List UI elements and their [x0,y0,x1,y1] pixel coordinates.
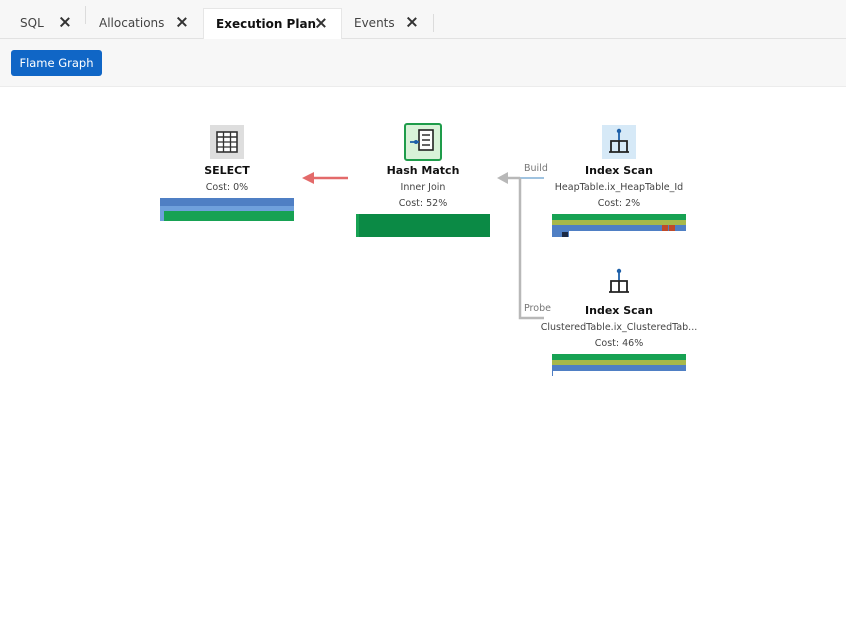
tab-divider [433,14,434,32]
cost-bar [356,214,490,237]
index-scan-icon [609,268,629,293]
node-cost: Cost: 2% [597,198,641,209]
node-title: Index Scan [585,164,653,177]
arrow-head-icon [302,172,314,184]
tab-allocations[interactable]: Allocations [86,8,202,39]
cost-bar [160,198,294,206]
node-cost: Cost: 46% [594,338,644,349]
plan-node-select[interactable]: SELECT Cost: 0% [160,123,294,223]
node-subtitle: ClusteredTable.ix_ClusteredTab... [540,322,698,333]
node-cost: Cost: 52% [398,198,448,209]
tab-execution-plan-label: Execution Plan [216,17,317,31]
tab-bar: SQL Allocations Execution Plan Events [0,0,846,39]
flame-graph-button[interactable]: Flame Graph [11,50,102,76]
cost-bar [356,214,359,237]
node-title: Hash Match [386,164,460,177]
cost-bar [662,225,668,231]
index-scan-icon [602,125,636,159]
plan-node-index-scan-probe[interactable]: Index Scan ClusteredTable.ix_ClusteredTa… [540,263,698,381]
hash-match-icon [404,123,442,161]
tab-sql-label: SQL [20,16,44,30]
node-cost: Cost: 0% [205,182,249,193]
close-icon[interactable] [405,15,419,29]
plan-node-hash-match[interactable]: Hash Match Inner Join Cost: 52% [356,123,490,238]
close-icon[interactable] [175,15,189,29]
close-icon[interactable] [314,16,328,30]
execution-plan-canvas: Build Probe SELECT Cost: 0% Hash Match I… [0,88,846,643]
table-grid-icon [210,125,244,159]
tab-events-label: Events [354,16,395,30]
close-icon[interactable] [58,15,72,29]
cost-bar [562,232,568,237]
tab-sql[interactable]: SQL [0,8,84,39]
node-title: SELECT [204,164,250,177]
node-subtitle: HeapTable.ix_HeapTable_Id [554,182,684,193]
tab-execution-plan[interactable]: Execution Plan [203,8,342,39]
toolbar: Flame Graph [0,39,846,87]
arrow-head-icon [497,172,508,184]
cost-bar [552,365,686,371]
tab-events[interactable]: Events [342,8,434,39]
cost-bar [552,371,553,376]
tab-allocations-label: Allocations [99,16,165,30]
node-subtitle: Inner Join [400,182,446,193]
cost-bar [164,211,294,221]
node-title: Index Scan [585,304,653,317]
plan-node-index-scan-build[interactable]: Index Scan HeapTable.ix_HeapTable_Id Cos… [540,123,698,241]
cost-bar [669,225,675,231]
